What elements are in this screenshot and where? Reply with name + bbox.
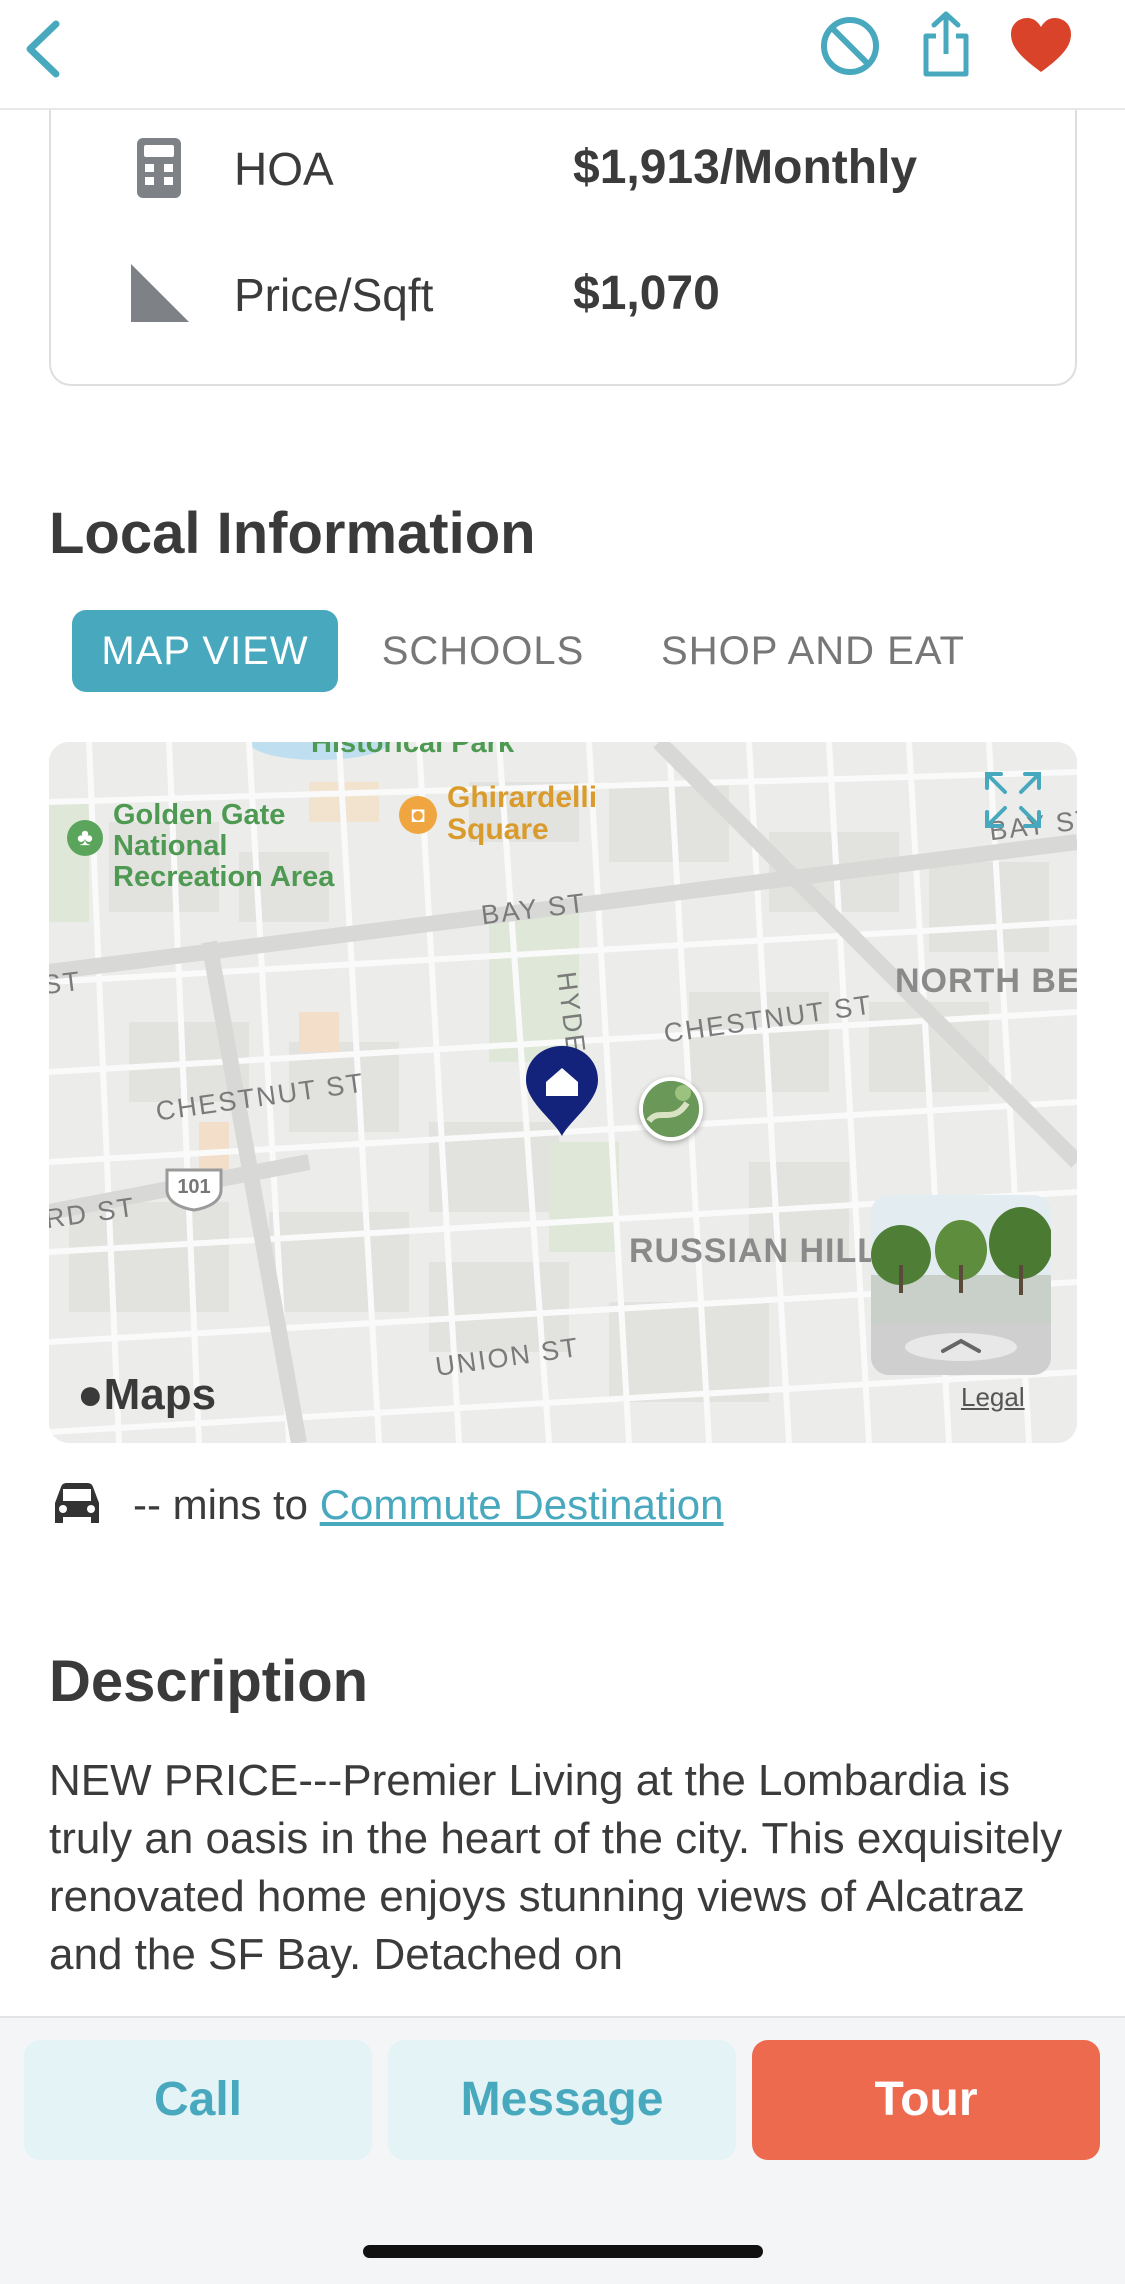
expand-icon[interactable] bbox=[983, 770, 1043, 830]
map-label-russian-hill: RUSSIAN HILL bbox=[629, 1232, 879, 1270]
highway-101-label: 101 bbox=[177, 1176, 211, 1198]
top-nav-bar bbox=[0, 0, 1125, 110]
price-per-sqft-label: Price/Sqft bbox=[234, 269, 434, 321]
apple-maps-logo: ●Maps bbox=[77, 1370, 216, 1420]
apple-logo-icon: ● bbox=[77, 1370, 104, 1419]
home-indicator[interactable] bbox=[363, 2245, 763, 2258]
map-label-golden-gate-3: Recreation Area bbox=[113, 861, 335, 893]
highway-101-shield: 101 bbox=[163, 1166, 225, 1212]
home-pin-icon[interactable] bbox=[524, 1044, 600, 1138]
property-details-card: HOA $1,913/Monthly Price/Sqft $1,070 bbox=[49, 90, 1077, 386]
map-label-historical-park: Historical Park bbox=[311, 742, 515, 759]
commute-time: -- mins to bbox=[133, 1481, 320, 1528]
map-label-golden-gate-1: Golden Gate bbox=[113, 799, 286, 831]
message-button[interactable]: Message bbox=[388, 2040, 736, 2160]
map-label-st-left: ST bbox=[49, 965, 84, 1001]
call-button[interactable]: Call bbox=[24, 2040, 372, 2160]
tab-map-view[interactable]: MAP VIEW bbox=[72, 610, 338, 692]
map-label-golden-gate-2: National bbox=[113, 830, 228, 862]
local-information-heading: Local Information bbox=[49, 501, 536, 566]
commute-text: -- mins to Commute Destination bbox=[133, 1481, 724, 1529]
heart-icon[interactable] bbox=[1009, 16, 1073, 76]
tab-schools[interactable]: SCHOOLS bbox=[368, 610, 598, 692]
tree-icon: ♣ bbox=[67, 820, 103, 856]
commute-destination-link[interactable]: Commute Destination bbox=[320, 1481, 724, 1528]
block-icon[interactable] bbox=[818, 14, 882, 78]
map-label-ghirardelli-1: Ghirardelli bbox=[447, 781, 598, 814]
description-text: NEW PRICE---Premier Living at the Lombar… bbox=[49, 1756, 1063, 1979]
map-view[interactable]: Historical Park ♣ Golden Gate National R… bbox=[49, 742, 1077, 1443]
lookaround-preview[interactable] bbox=[871, 1195, 1051, 1375]
map-label-ghirardelli-2: Square bbox=[447, 813, 549, 846]
hoa-label: HOA bbox=[234, 143, 334, 195]
commute-row: -- mins to Commute Destination bbox=[49, 1475, 1049, 1535]
hoa-value: $1,913/Monthly bbox=[573, 141, 918, 194]
lookaround-marker[interactable] bbox=[639, 1077, 703, 1141]
local-info-tabs: MAP VIEW SCHOOLS SHOP AND EAT bbox=[72, 610, 1072, 692]
calculator-icon bbox=[137, 138, 181, 198]
hoa-row: HOA $1,913/Monthly bbox=[51, 128, 1075, 208]
chevron-left-icon[interactable] bbox=[20, 16, 70, 82]
price-per-sqft-row: Price/Sqft $1,070 bbox=[51, 254, 1075, 334]
tour-button[interactable]: Tour bbox=[752, 2040, 1100, 2160]
map-label-north-beach: NORTH BEA bbox=[895, 962, 1077, 1000]
legal-link[interactable]: Legal bbox=[961, 1382, 1025, 1413]
maps-logo-text: Maps bbox=[103, 1370, 217, 1419]
bottom-action-bar: Call Message Tour bbox=[0, 2016, 1125, 2284]
ruler-triangle-icon bbox=[131, 264, 189, 322]
shopping-bag-icon: ◘ bbox=[399, 796, 437, 834]
share-icon[interactable] bbox=[918, 10, 974, 80]
tab-shop-and-eat[interactable]: SHOP AND EAT bbox=[658, 610, 968, 692]
price-per-sqft-value: $1,070 bbox=[573, 267, 720, 320]
car-icon bbox=[55, 1483, 99, 1523]
chevron-up-icon bbox=[941, 1338, 981, 1353]
description-heading: Description bbox=[49, 1649, 369, 1714]
